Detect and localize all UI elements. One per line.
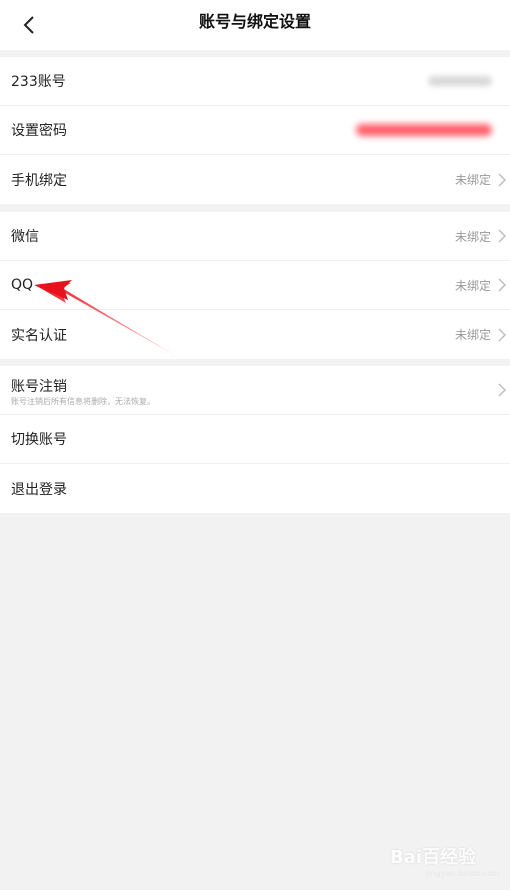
row-label: 退出登录 (11, 481, 67, 498)
row-label: 设置密码 (11, 123, 67, 139)
binding-group: 微信 未绑定 QQ 未绑定 实名认证 未绑定 (0, 212, 510, 359)
chevron-right-icon (496, 328, 508, 342)
account-id-blurred (428, 76, 492, 86)
row-logout[interactable]: 退出登录 (0, 464, 510, 513)
row-label: 233账号 (11, 74, 66, 90)
row-label: 切换账号 (11, 432, 67, 448)
row-label: 微信 (11, 229, 39, 245)
row-value: 未绑定 (454, 173, 491, 187)
watermark-logo: Bai百经验 (390, 847, 477, 868)
row-value: 未绑定 (454, 229, 491, 244)
row-phone-binding[interactable]: 手机绑定 未绑定 (0, 155, 510, 204)
row-wechat[interactable]: 微信 未绑定 (0, 212, 510, 261)
row-233-account[interactable]: 233账号 (0, 57, 510, 106)
row-value: 未绑定 (454, 278, 491, 293)
row-real-name[interactable]: 实名认证 未绑定 (0, 310, 510, 359)
row-cancel-account[interactable]: 账号注销 账号注销后所有信息将删除，无法恢复。 (0, 366, 510, 415)
nav-header: 账号与绑定设置 (0, 0, 510, 50)
account-actions-group: 账号注销 账号注销后所有信息将删除，无法恢复。 切换账号 退出登录 (0, 366, 510, 513)
chevron-right-icon (496, 229, 508, 243)
row-label: 实名认证 (11, 327, 67, 344)
row-subtitle: 账号注销后所有信息将删除，无法恢复。 (11, 397, 155, 406)
row-qq[interactable]: QQ 未绑定 (0, 261, 510, 310)
chevron-right-icon (496, 278, 508, 292)
row-label: QQ (11, 277, 34, 293)
row-value: 未绑定 (454, 328, 491, 342)
page-title: 账号与绑定设置 (198, 12, 311, 31)
account-group: 233账号 设置密码 手机绑定 未绑定 (0, 57, 510, 204)
password-status-blurred (356, 124, 492, 136)
chevron-right-icon (496, 383, 508, 397)
baidu-watermark: Bai百经验 jingyan.baidu.com (388, 835, 500, 885)
row-set-password[interactable]: 设置密码 (0, 106, 510, 155)
row-label: 手机绑定 (11, 172, 67, 189)
chevron-right-icon (496, 173, 508, 187)
watermark-url: jingyan.baidu.com (426, 869, 500, 878)
row-switch-account[interactable]: 切换账号 (0, 415, 510, 464)
row-label: 账号注销 (11, 379, 67, 395)
